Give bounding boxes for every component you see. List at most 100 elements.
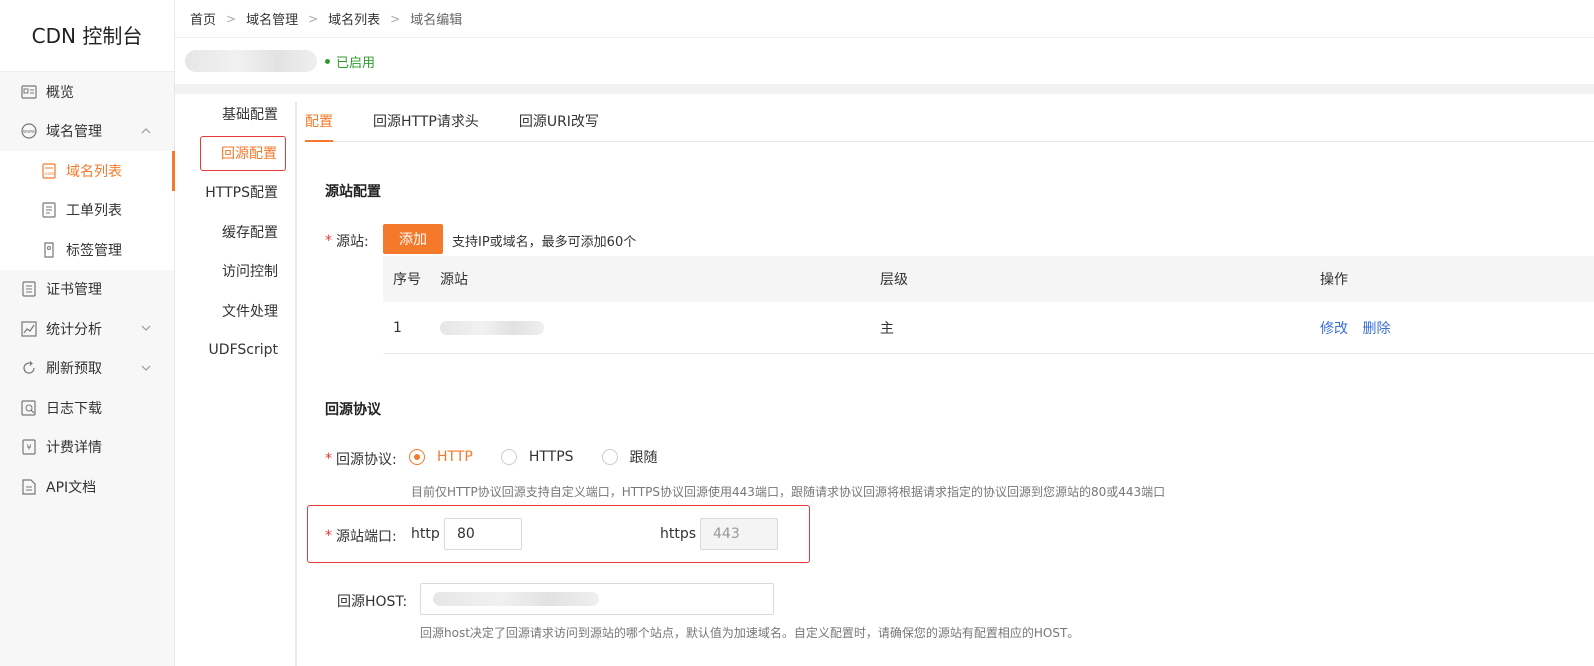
certificate-icon	[20, 280, 38, 298]
protocol-label-text: 回源协议:	[336, 452, 397, 468]
add-origin-button[interactable]: 添加	[383, 224, 443, 254]
row-index: 1	[393, 319, 402, 336]
chevron-right-icon: >	[308, 11, 319, 26]
https-port-input: 443	[700, 518, 778, 550]
col-index: 序号	[393, 272, 421, 288]
subnav-access-control[interactable]: 访问控制	[175, 252, 296, 292]
required-mark: *	[325, 451, 332, 467]
sidebar-item-label: 刷新预取	[46, 361, 102, 378]
breadcrumb-domain-edit: 域名编辑	[410, 13, 463, 28]
tab-origin-http-headers[interactable]: 回源HTTP请求头	[373, 111, 499, 141]
sidebar: CDN 控制台 概览 www 域名管理 .com 域名列表 工单列表 标签管理	[0, 0, 175, 666]
chevron-down-icon	[141, 365, 151, 371]
radio-circle	[500, 449, 517, 465]
edit-link[interactable]: 修改	[1320, 321, 1348, 337]
row-origin	[440, 320, 880, 335]
origin-section-title: 源站配置	[325, 184, 381, 200]
origin-table: 序号 源站 层级 操作 1 主 修改 删除	[383, 256, 1594, 354]
sidebar-item-domain-management[interactable]: www 域名管理	[0, 112, 174, 152]
sidebar-item-api-docs[interactable]: API文档	[0, 467, 174, 507]
origin-label-text: 源站:	[336, 234, 369, 250]
status-text: 已启用	[336, 55, 376, 71]
log-icon	[20, 399, 38, 417]
domain-header: 已启用	[175, 38, 1594, 84]
sidebar-item-label: 标签管理	[66, 242, 122, 259]
tab-origin-uri-rewrite[interactable]: 回源URI改写	[519, 111, 619, 141]
chart-icon	[20, 320, 38, 338]
subnav-https-config[interactable]: HTTPS配置	[175, 173, 296, 213]
main-area: 首页 > 域名管理 > 域名列表 > 域名编辑 已启用 基础配置 回源配置 HT…	[175, 0, 1594, 666]
col-origin: 源站	[440, 272, 468, 288]
http-port-label: http	[411, 526, 440, 542]
radio-circle	[601, 449, 618, 465]
sidebar-item-label: 统计分析	[46, 321, 102, 338]
www-icon: www	[20, 122, 38, 140]
subnav-cache-config[interactable]: 缓存配置	[175, 212, 296, 252]
breadcrumb: 首页 > 域名管理 > 域名列表 > 域名编辑	[175, 0, 1594, 38]
port-label: * 源站端口:	[325, 526, 397, 546]
sidebar-item-label: 日志下载	[46, 400, 102, 417]
refresh-icon	[20, 359, 38, 377]
radio-label: HTTP	[437, 449, 473, 465]
table-row: 1 主 修改 删除	[383, 302, 1594, 354]
config-subnav: 基础配置 回源配置 HTTPS配置 缓存配置 访问控制 文件处理 UDFScri…	[175, 94, 296, 370]
redacted-domain-name	[185, 50, 317, 72]
sidebar-item-tag-management[interactable]: 标签管理	[0, 230, 174, 270]
chevron-right-icon: >	[226, 11, 237, 26]
sidebar-item-refresh-prefetch[interactable]: 刷新预取	[0, 349, 174, 389]
chevron-down-icon	[141, 325, 151, 331]
delete-link[interactable]: 删除	[1362, 321, 1390, 337]
domain-list-icon: .com	[40, 162, 58, 180]
svg-text:www: www	[23, 129, 35, 135]
sidebar-item-label: 证书管理	[46, 282, 102, 299]
status-dot	[325, 58, 330, 64]
svg-text:¥: ¥	[26, 443, 31, 452]
origin-config-panel: 配置 回源HTTP请求头 回源URI改写 源站配置 * 源站: 添加 支持IP或域…	[305, 102, 1594, 666]
subnav-file-processing[interactable]: 文件处理	[175, 291, 296, 331]
radio-https[interactable]: HTTPS	[500, 447, 574, 467]
sidebar-item-label: 域名列表	[66, 163, 122, 180]
radio-follow[interactable]: 跟随	[601, 447, 658, 467]
sidebar-item-domain-list[interactable]: .com 域名列表	[0, 151, 175, 191]
sidebar-item-label: 工单列表	[66, 203, 122, 220]
status-badge: 已启用	[325, 52, 375, 71]
tab-config[interactable]: 配置	[305, 111, 333, 142]
subnav-udfscript[interactable]: UDFScript	[175, 331, 296, 371]
chevron-up-icon	[141, 127, 151, 133]
row-level: 主	[880, 320, 894, 337]
protocol-section-title: 回源协议	[325, 402, 381, 418]
required-mark: *	[325, 233, 332, 249]
required-mark: *	[325, 528, 332, 544]
sidebar-item-log-download[interactable]: 日志下载	[0, 388, 174, 428]
radio-http[interactable]: HTTP	[409, 447, 473, 467]
overview-icon	[20, 83, 38, 101]
tag-icon	[40, 241, 58, 259]
protocol-note: 目前仅HTTP协议回源支持自定义端口，HTTPS协议回源使用443端口，跟随请求…	[411, 485, 1166, 499]
sidebar-item-overview[interactable]: 概览	[0, 72, 174, 112]
sidebar-item-statistics[interactable]: 统计分析	[0, 309, 174, 349]
host-input[interactable]	[420, 583, 774, 615]
breadcrumb-domain-management[interactable]: 域名管理	[246, 9, 298, 28]
sidebar-item-ticket-list[interactable]: 工单列表	[0, 190, 174, 230]
divider	[175, 84, 1594, 94]
origin-label: * 源站:	[325, 231, 369, 251]
subnav-origin-config[interactable]: 回源配置	[200, 135, 286, 171]
radio-circle	[409, 449, 425, 465]
subnav-divider	[295, 102, 297, 666]
sidebar-item-certificate-management[interactable]: 证书管理	[0, 270, 174, 310]
origin-hint: 支持IP或域名，最多可添加60个	[452, 235, 637, 250]
col-level: 层级	[880, 272, 908, 288]
http-port-input[interactable]: 80	[444, 518, 522, 550]
billing-icon: ¥	[20, 438, 38, 456]
host-label: 回源HOST:	[337, 594, 408, 610]
radio-label: HTTPS	[528, 449, 574, 465]
table-header: 序号 源站 层级 操作	[383, 256, 1594, 302]
subnav-basic-config[interactable]: 基础配置	[175, 94, 296, 134]
redacted-host	[433, 592, 599, 606]
svg-text:.com: .com	[43, 172, 54, 177]
https-port-label: https	[660, 526, 697, 542]
breadcrumb-domain-list[interactable]: 域名列表	[328, 9, 380, 28]
document-icon	[40, 201, 58, 219]
breadcrumb-home[interactable]: 首页	[190, 9, 216, 28]
sidebar-item-billing[interactable]: ¥ 计费详情	[0, 428, 174, 468]
